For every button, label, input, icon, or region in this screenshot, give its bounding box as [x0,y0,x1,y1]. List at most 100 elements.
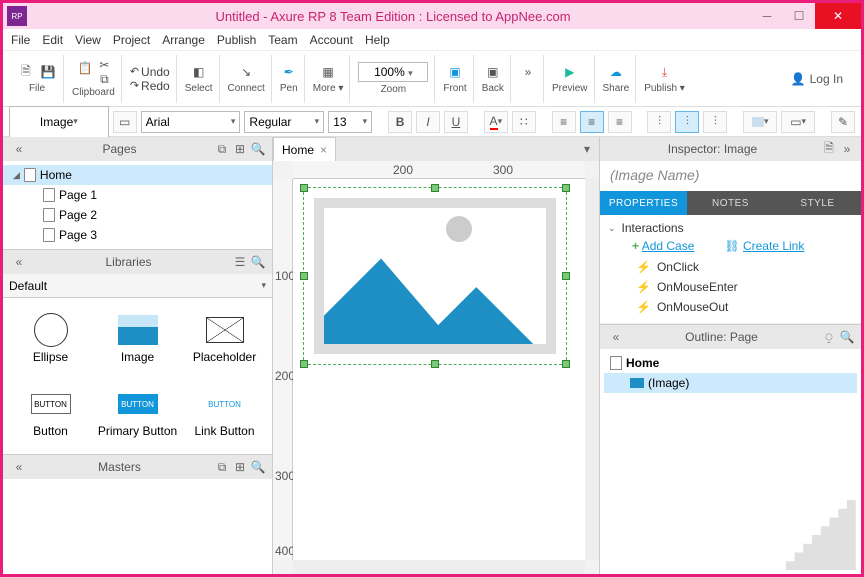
selected-image-widget[interactable] [303,187,567,365]
font-style-select[interactable]: Regular▾ [244,111,324,133]
pen-icon[interactable]: ✒ [280,63,298,81]
chevron-down-icon[interactable]: ⌄ [608,223,616,234]
search-pages-icon[interactable]: 🔍 [250,141,266,157]
collapse-icon[interactable]: « [11,254,27,270]
lib-menu-icon[interactable]: ☰ [232,254,248,270]
tab-menu-icon[interactable]: ▾ [579,141,595,157]
widget-name-input[interactable]: (Image Name) [600,161,861,191]
publish-label[interactable]: Publish ▾ [644,83,685,94]
redo-button[interactable]: ↷ Redo [130,79,170,93]
paste-icon[interactable]: 📋 [76,59,94,77]
add-page-icon[interactable]: ⊞ [232,141,248,157]
menu-account[interactable]: Account [310,33,353,47]
new-file-icon[interactable]: 🗎 [17,63,35,81]
tab-notes[interactable]: NOTES [687,191,774,215]
more-text-button[interactable]: ∷ [512,111,536,133]
menu-publish[interactable]: Publish [217,33,256,47]
copy-icon[interactable]: ⧉ [98,73,110,85]
maximize-button[interactable]: ☐ [783,3,815,29]
menu-view[interactable]: View [75,33,101,47]
add-master-icon[interactable]: ⊞ [232,459,248,475]
widget-ellipse[interactable]: Ellipse [9,304,92,374]
cut-icon[interactable]: ✂ [98,59,110,71]
tab-properties[interactable]: PROPERTIES [600,191,687,215]
align-right-button[interactable]: ≡ [608,111,632,133]
canvas-tab-home[interactable]: Home× [273,137,336,161]
add-folder-icon[interactable]: ⧉ [214,459,230,475]
undo-button[interactable]: ↶ Undo [130,65,170,79]
resize-handle[interactable] [431,360,439,368]
eyedropper-button[interactable]: ✎ [831,111,855,133]
canvas[interactable] [293,179,585,560]
minimize-button[interactable]: ─ [751,3,783,29]
vertical-scrollbar[interactable] [585,179,599,560]
outline-row-image[interactable]: (Image) [604,373,857,393]
menu-arrange[interactable]: Arrange [162,33,205,47]
resize-handle[interactable] [300,184,308,192]
search-masters-icon[interactable]: 🔍 [250,459,266,475]
inspector-menu-icon[interactable]: 🗎 [821,141,837,157]
library-select[interactable]: Default▾ [3,274,272,298]
align-left-button[interactable]: ≡ [552,111,576,133]
tab-style[interactable]: STYLE [774,191,861,215]
font-size-select[interactable]: 13▾ [328,111,372,133]
canvas-area[interactable]: 200 300 100 200 300 400 [273,161,599,574]
widget-button[interactable]: BUTTONButton [9,378,92,448]
italic-button[interactable]: I [416,111,440,133]
select-icon[interactable]: ◧ [190,63,208,81]
menu-edit[interactable]: Edit [42,33,63,47]
close-button[interactable]: ✕ [815,3,861,29]
collapse-icon[interactable]: » [839,141,855,157]
widget-placeholder[interactable]: Placeholder [183,304,266,374]
resize-handle[interactable] [300,272,308,280]
close-tab-icon[interactable]: × [320,143,327,157]
more-icon[interactable]: ▦ [319,63,337,81]
filter-icon[interactable]: ⍜ [821,329,837,345]
menu-project[interactable]: Project [113,33,150,47]
create-link-link[interactable]: Create Link [743,239,804,253]
publish-icon[interactable]: ⤓ [656,63,674,81]
event-row[interactable]: ⚡OnMouseEnter [636,277,853,297]
expand-icon[interactable]: ◢ [13,170,20,181]
menu-team[interactable]: Team [268,33,297,47]
page-row-home[interactable]: ◢Home [3,165,272,185]
horizontal-scrollbar[interactable] [293,560,585,574]
widget-image[interactable]: Image [96,304,179,374]
preview-icon[interactable]: ▶ [561,63,579,81]
widget-link-button[interactable]: BUTTONLink Button [183,378,266,448]
collapse-icon[interactable]: « [608,329,624,345]
back-icon[interactable]: ▣ [484,63,502,81]
menu-file[interactable]: File [11,33,30,47]
underline-button[interactable]: U [444,111,468,133]
front-icon[interactable]: ▣ [446,63,464,81]
search-lib-icon[interactable]: 🔍 [250,254,266,270]
valign-middle-button[interactable]: ⫶ [675,111,699,133]
zoom-input[interactable]: 100% ▾ [358,62,428,82]
widget-primary-button[interactable]: BUTTONPrimary Button [96,378,179,448]
shape-select[interactable]: Image▾ [9,106,109,138]
resize-handle[interactable] [562,272,570,280]
resize-handle[interactable] [431,184,439,192]
search-outline-icon[interactable]: 🔍 [839,329,855,345]
event-row[interactable]: ⚡OnMouseOut [636,297,853,317]
border-button[interactable]: ▭▾ [781,111,815,133]
page-row[interactable]: Page 2 [3,205,272,225]
valign-bottom-button[interactable]: ⫶ [703,111,727,133]
save-icon[interactable]: 💾 [39,63,57,81]
fill-color-button[interactable]: ▾ [743,111,777,133]
connect-icon[interactable]: ↘ [237,63,255,81]
page-row[interactable]: Page 3 [3,225,272,245]
collapse-icon[interactable]: « [11,459,27,475]
add-case-link[interactable]: Add Case [642,239,695,253]
valign-top-button[interactable]: ⫶ [647,111,671,133]
share-icon[interactable]: ☁ [607,63,625,81]
resize-handle[interactable] [562,184,570,192]
collapse-icon[interactable]: « [11,141,27,157]
login-button[interactable]: 👤 Log In [791,72,853,86]
shape-picker-icon[interactable]: ▭ [113,111,137,133]
align-center-button[interactable]: ≡ [580,111,604,133]
text-color-button[interactable]: A ▾ [484,111,508,133]
add-folder-icon[interactable]: ⧉ [214,141,230,157]
page-row[interactable]: Page 1 [3,185,272,205]
menu-help[interactable]: Help [365,33,390,47]
